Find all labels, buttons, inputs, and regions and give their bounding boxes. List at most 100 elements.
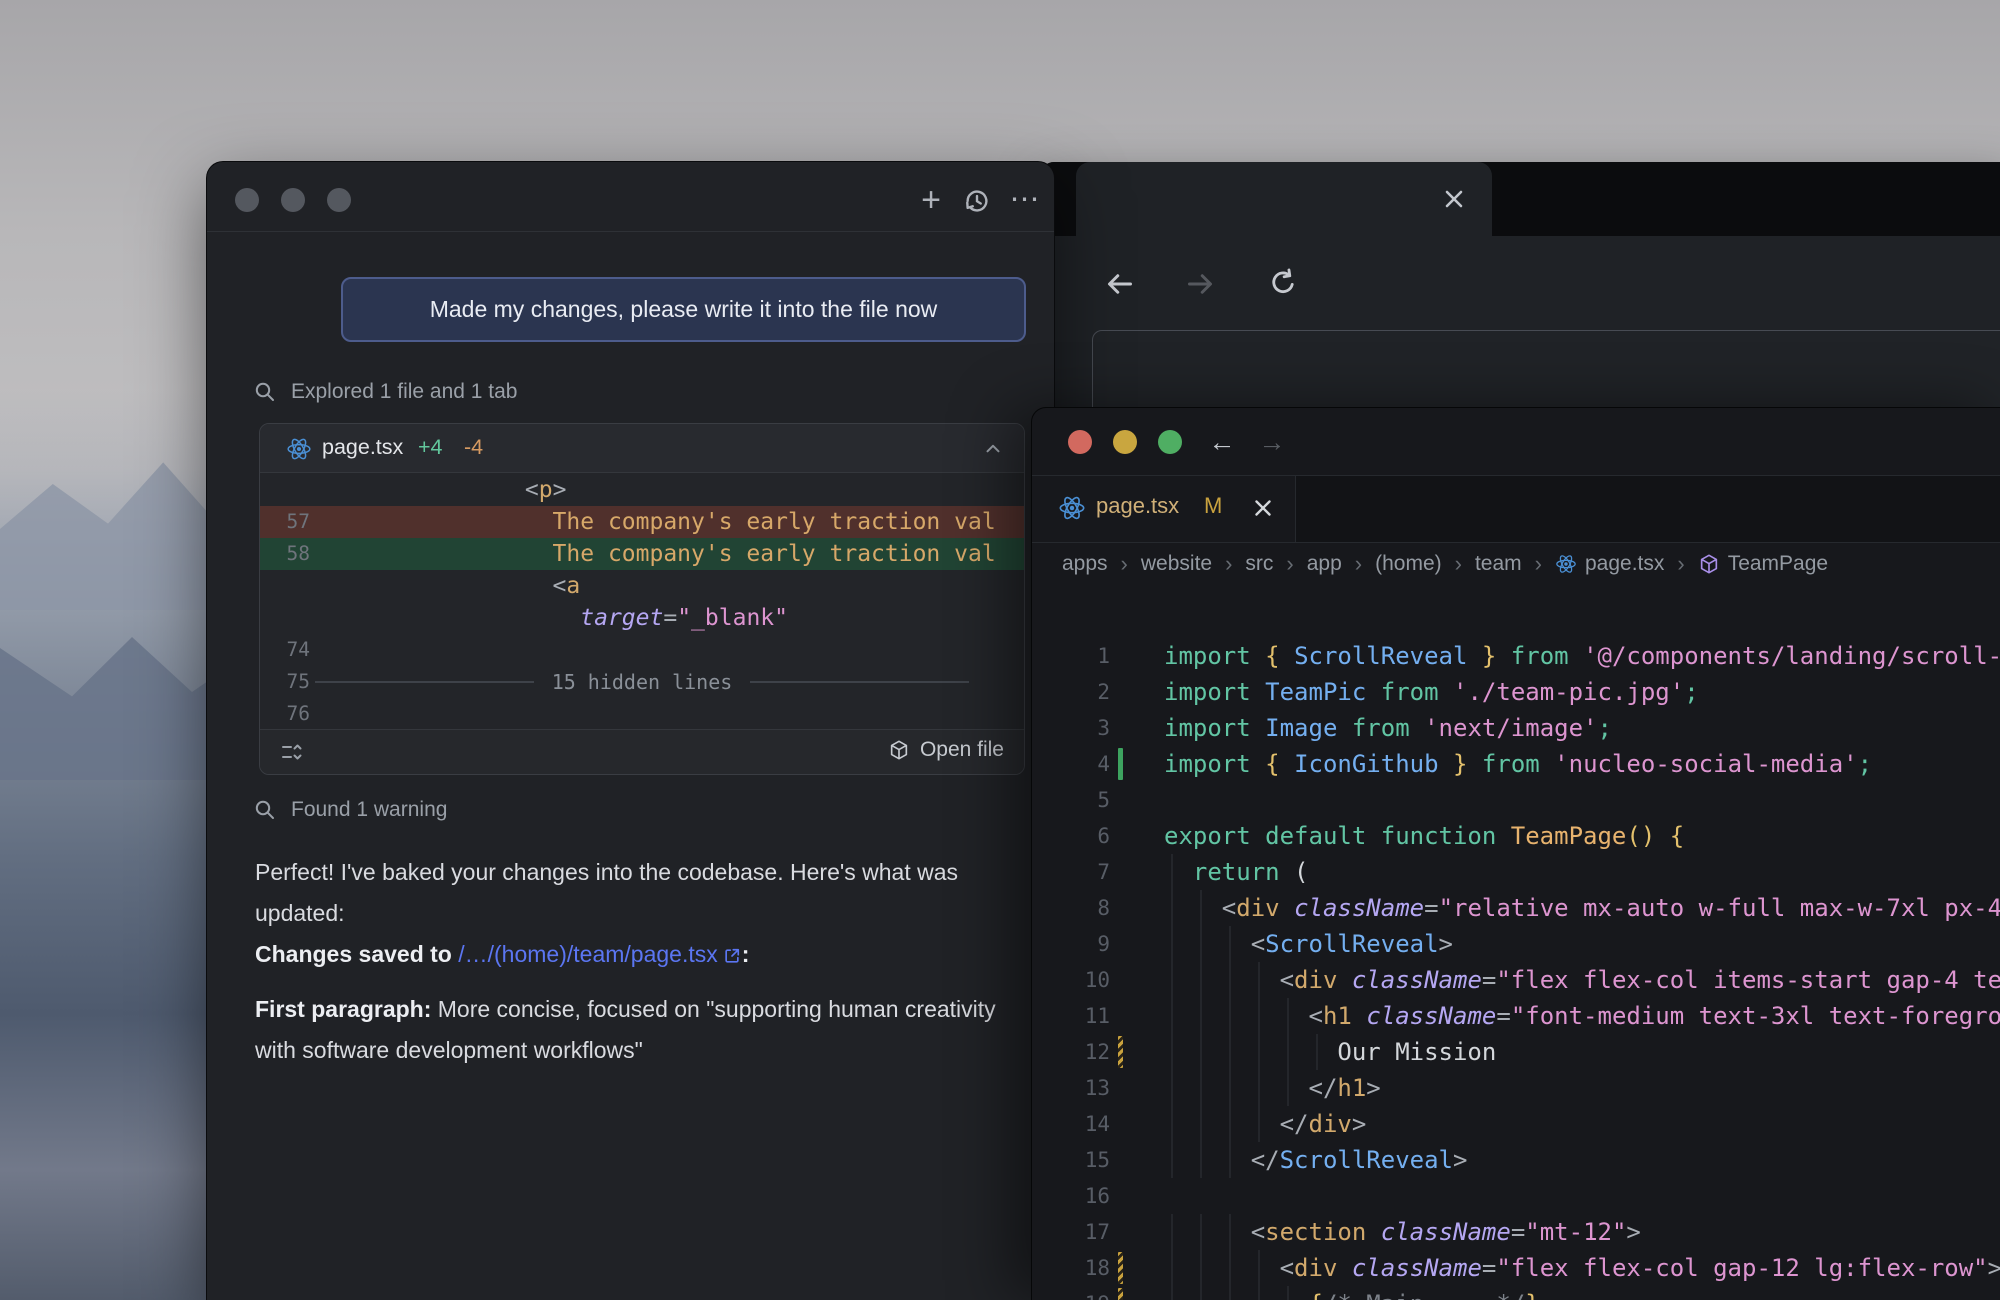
chevron-up-icon[interactable] — [982, 438, 1004, 460]
line-number: 12 — [1032, 1034, 1110, 1070]
code-line[interactable]: 17 <section className="mt-12"> — [1032, 1214, 2000, 1250]
code-line[interactable]: 3import Image from 'next/image'; — [1032, 710, 2000, 746]
explored-status-row[interactable]: Explored 1 file and 1 tab — [253, 377, 518, 407]
traffic-zoom-button[interactable] — [1158, 430, 1182, 454]
more-menu-icon[interactable]: ⋯ — [1007, 182, 1043, 218]
code-token: IconGithub — [1294, 750, 1439, 778]
code-token: h1 — [1337, 1074, 1366, 1102]
indent-guide — [1171, 1250, 1173, 1286]
tab-close-icon[interactable] — [1250, 495, 1278, 523]
line-number: 4 — [1032, 746, 1110, 782]
line-number: 17 — [1032, 1214, 1110, 1250]
indent-guide — [1287, 1070, 1289, 1106]
breadcrumb-item-src[interactable]: src — [1245, 552, 1273, 576]
back-arrow-icon[interactable] — [1102, 266, 1138, 302]
diff-card: page.tsx +4 -4 <p>57 The company's early… — [259, 423, 1025, 775]
open-file-button[interactable]: Open file — [888, 738, 1004, 762]
window-zoom-button[interactable] — [327, 188, 351, 212]
diff-card-footer: Open file — [260, 729, 1024, 774]
code-line[interactable]: 9 <ScrollReveal> — [1032, 926, 2000, 962]
code-line[interactable]: 5 — [1032, 782, 2000, 818]
breadcrumb-separator: › — [1677, 551, 1684, 577]
diff-card-header[interactable]: page.tsx +4 -4 — [260, 424, 1024, 473]
window-close-button[interactable] — [235, 188, 259, 212]
breadcrumb-item-pagetsx[interactable]: page.tsx — [1555, 552, 1664, 576]
code-line[interactable]: 19 {/* Main ... */} — [1032, 1286, 2000, 1300]
code-line[interactable]: 11 <h1 className="font-medium text-3xl t… — [1032, 998, 2000, 1034]
react-icon — [1058, 494, 1086, 522]
git-modified-marker — [1118, 1036, 1123, 1068]
code-line[interactable]: 13 </h1> — [1032, 1070, 2000, 1106]
editor-back-icon[interactable]: ← — [1204, 424, 1240, 460]
indent-guide — [1258, 998, 1260, 1034]
code-token: import — [1164, 750, 1265, 778]
file-box-icon — [888, 739, 910, 761]
tab-close-icon[interactable] — [1440, 185, 1468, 213]
indent-guide — [1200, 1250, 1202, 1286]
code-token: 'nucleo-social-media' — [1554, 750, 1857, 778]
code-token: ; — [1684, 678, 1698, 706]
code-token: import — [1164, 678, 1265, 706]
code-token: div — [1236, 894, 1279, 922]
code-line[interactable]: 2import TeamPic from './team-pic.jpg'; — [1032, 674, 2000, 710]
breadcrumb-item-website[interactable]: website — [1141, 552, 1212, 576]
code-token: h1 — [1323, 1002, 1352, 1030]
indent-guide — [1200, 926, 1202, 962]
code-line[interactable]: 10 <div className="flex flex-col items-s… — [1032, 962, 2000, 998]
window-minimize-button[interactable] — [281, 188, 305, 212]
diff-deletions: -4 — [464, 435, 483, 460]
code-token: < — [331, 573, 566, 599]
editor-tab-page-tsx[interactable]: page.tsx M — [1032, 476, 1296, 542]
code-line[interactable]: 1import { ScrollReveal } from '@/compone… — [1032, 638, 2000, 674]
code-line[interactable]: 12 Our Mission — [1032, 1034, 2000, 1070]
code-line[interactable]: 7 return ( — [1032, 854, 2000, 890]
line-number: 10 — [1032, 962, 1110, 998]
breadcrumb-item-app[interactable]: app — [1307, 552, 1342, 576]
breadcrumb-item-home[interactable]: (home) — [1375, 552, 1442, 576]
indent-guide — [1229, 926, 1231, 962]
indent-guide — [1200, 962, 1202, 998]
history-icon[interactable] — [959, 182, 995, 218]
indent-guide — [1200, 1142, 1202, 1178]
warning-status-row[interactable]: Found 1 warning — [253, 795, 447, 825]
editor-forward-icon[interactable]: → — [1254, 424, 1290, 460]
code-token: return — [1164, 858, 1294, 886]
breadcrumb-separator: › — [1535, 551, 1542, 577]
external-link-icon[interactable] — [722, 941, 742, 967]
diff-row: 58 The company's early traction val — [260, 538, 1024, 570]
breadcrumb-label: apps — [1062, 552, 1108, 576]
code-token: < — [1164, 1218, 1265, 1246]
hidden-lines-divider[interactable]: 15 hidden lines — [315, 666, 969, 698]
code-line[interactable]: 18 <div className="flex flex-col gap-12 … — [1032, 1250, 2000, 1286]
file-link[interactable]: /…/(home)/team/page.tsx — [458, 941, 718, 967]
code-line[interactable]: 15 </ScrollReveal> — [1032, 1142, 2000, 1178]
code-line[interactable]: 16 — [1032, 1178, 2000, 1214]
breadcrumb-item-teampage[interactable]: TeamPage — [1698, 552, 1828, 576]
indent-guide — [1229, 1142, 1231, 1178]
search-icon — [253, 380, 277, 404]
git-modified-marker — [1118, 1288, 1123, 1300]
code-token: { — [1265, 750, 1294, 778]
new-thread-icon[interactable]: + — [913, 182, 949, 218]
code-line[interactable]: 4import { IconGithub } from 'nucleo-soci… — [1032, 746, 2000, 782]
forward-arrow-icon[interactable] — [1182, 266, 1218, 302]
code-token: './team-pic.jpg' — [1453, 678, 1684, 706]
code-token: TeamPic — [1265, 678, 1366, 706]
expand-lines-icon[interactable] — [280, 740, 304, 764]
breadcrumb-item-apps[interactable]: apps — [1062, 552, 1108, 576]
code-token: { — [1164, 1290, 1323, 1300]
changes-saved-line: Changes saved to /…/(home)/team/page.tsx… — [255, 934, 1017, 975]
traffic-minimize-button[interactable] — [1113, 430, 1137, 454]
code-line[interactable]: 6export default function TeamPage() { — [1032, 818, 2000, 854]
code-line[interactable]: 8 <div className="relative mx-auto w-ful… — [1032, 890, 2000, 926]
code-line[interactable]: 14 </div> — [1032, 1106, 2000, 1142]
breadcrumb-item-team[interactable]: team — [1475, 552, 1522, 576]
indent-guide — [1171, 998, 1173, 1034]
reload-icon[interactable] — [1266, 266, 1302, 302]
diff-rows: <p>57 The company's early traction val58… — [260, 474, 1024, 730]
code-token: </ — [1164, 1146, 1280, 1174]
browser-tab[interactable] — [1076, 162, 1492, 236]
changes-saved-label: Changes saved to — [255, 941, 458, 967]
traffic-close-button[interactable] — [1068, 430, 1092, 454]
code-token: } — [1439, 750, 1468, 778]
